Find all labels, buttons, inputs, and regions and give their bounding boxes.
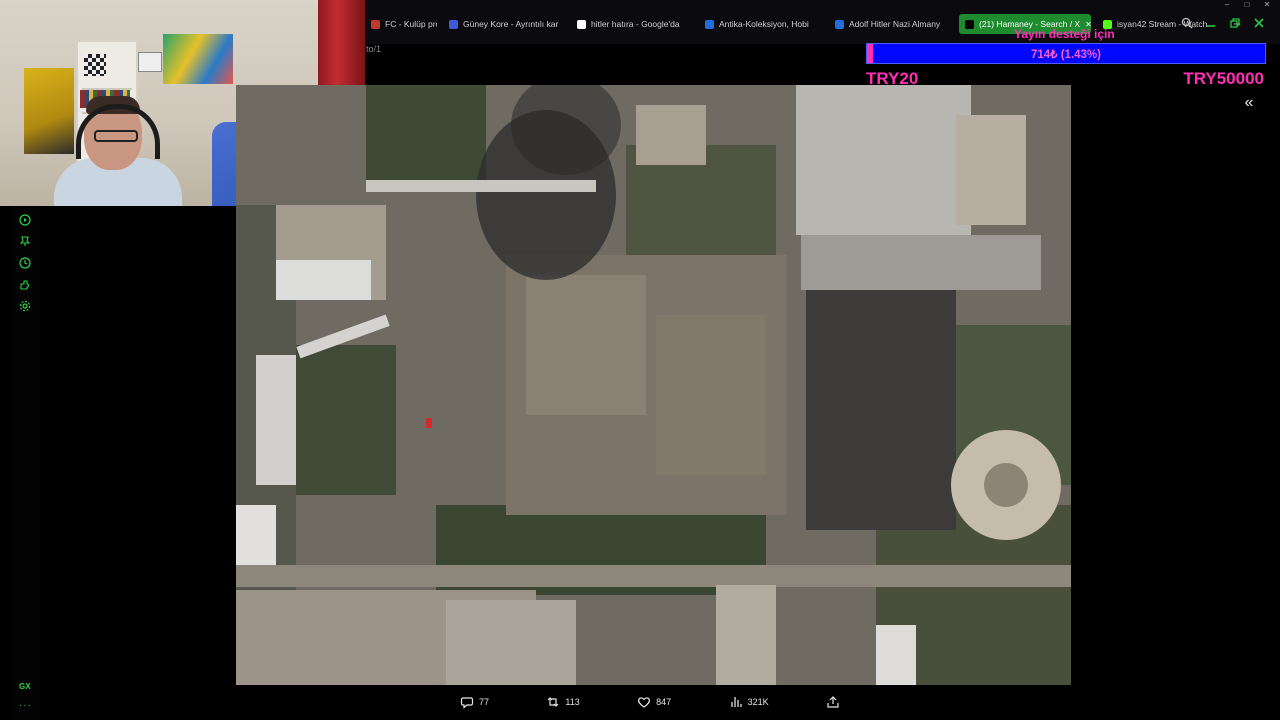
tab-favicon-icon: [577, 19, 586, 29]
player-icon[interactable]: [18, 213, 32, 227]
share-icon: [827, 696, 839, 708]
like-button[interactable]: 847: [637, 695, 671, 709]
close-icon[interactable]: [1252, 16, 1266, 30]
tab-favicon-icon: [449, 19, 458, 29]
tab-favicon-icon: [835, 19, 844, 29]
tab-label: Adolf Hitler Nazi Almany: [849, 19, 941, 29]
browser-tab[interactable]: FC - Kulüp pro: [365, 14, 437, 34]
url-fragment: to/1: [366, 44, 382, 54]
minimize-icon[interactable]: [1204, 16, 1218, 30]
browser-tab[interactable]: Güney Kore - Ayrıntılı kar: [443, 14, 565, 34]
donation-progress-text: 714₺ (1.43%): [1031, 49, 1101, 61]
post-actions: 77 113 847 321K: [460, 692, 840, 712]
tab-label: Güney Kore - Ayrıntılı kar: [463, 19, 559, 29]
browser-toolbar: [1180, 16, 1266, 30]
tab-label: hitler hatıra - Google'da: [591, 19, 680, 29]
views-button[interactable]: 321K: [729, 695, 769, 709]
browser-tab[interactable]: hitler hatıra - Google'da: [571, 14, 693, 34]
repost-count: 113: [565, 697, 580, 707]
restore-icon[interactable]: [1228, 16, 1242, 30]
share-button[interactable]: [826, 695, 840, 709]
tab-favicon-icon: [371, 19, 380, 29]
chessboard: [84, 54, 106, 76]
reply-button[interactable]: 77: [460, 695, 489, 709]
repost-button[interactable]: 113: [546, 695, 580, 709]
search-icon[interactable]: [1180, 16, 1194, 30]
satellite-scene: [236, 85, 1071, 685]
repost-icon: [547, 697, 559, 707]
reply-count: 77: [479, 697, 490, 707]
browser-sidebar: GX ···: [10, 206, 40, 720]
browser-tab[interactable]: Antika-Koleksiyon, Hobi: [699, 14, 823, 34]
window-controls: – □ ✕: [1222, 0, 1272, 9]
donation-max-label: TRY50000: [1183, 69, 1264, 88]
heart-icon: [638, 697, 651, 708]
tab-favicon-icon: [965, 19, 974, 29]
views-icon: [730, 697, 742, 707]
close-window-icon[interactable]: ✕: [1262, 0, 1272, 9]
settings-icon[interactable]: [18, 299, 32, 313]
tab-label: Antika-Koleksiyon, Hobi: [719, 19, 809, 29]
view-count: 321K: [747, 697, 769, 707]
donation-title: Yayın desteği için: [1014, 27, 1115, 41]
like-count: 847: [656, 697, 672, 707]
streamer: [54, 96, 182, 206]
gx-label[interactable]: GX: [19, 682, 31, 691]
donation-progress-bar: 714₺ (1.43%): [866, 43, 1266, 64]
more-icon[interactable]: ···: [19, 700, 32, 711]
reply-icon: [460, 697, 474, 709]
browser-tab[interactable]: Adolf Hitler Nazi Almany: [829, 14, 953, 34]
parrot-painting: [163, 34, 233, 84]
extensions-icon[interactable]: [18, 278, 32, 292]
satellite-image[interactable]: [236, 85, 1071, 685]
picture-frame: [138, 52, 162, 72]
pin-icon[interactable]: [18, 234, 32, 248]
glasses: [94, 130, 138, 142]
minimize-window-icon[interactable]: –: [1222, 0, 1232, 9]
tab-favicon-icon: [705, 19, 714, 29]
double-chevron-left-icon[interactable]: «: [1240, 94, 1258, 112]
history-icon[interactable]: [18, 256, 32, 270]
maximize-window-icon[interactable]: □: [1242, 0, 1252, 9]
tab-label: FC - Kulüp pro: [385, 19, 437, 29]
